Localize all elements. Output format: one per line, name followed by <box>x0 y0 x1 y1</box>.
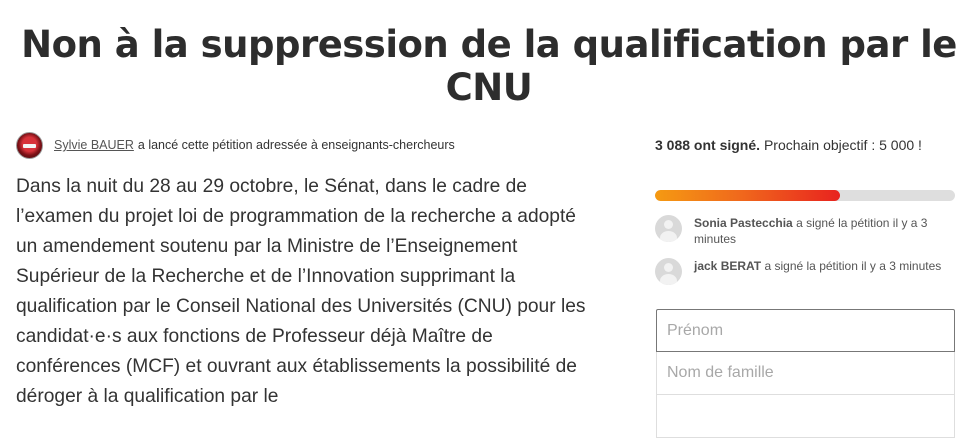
signature-goal: 3 088 ont signé. Prochain objectif : 5 0… <box>655 133 955 157</box>
user-avatar-icon[interactable] <box>16 131 43 159</box>
default-avatar-icon <box>655 258 682 285</box>
signer-action: a signé la pétition il y a 3 minutes <box>764 259 942 273</box>
next-goal-text: Prochain objectif : 5 000 ! <box>763 137 922 153</box>
first-name-input[interactable] <box>656 309 955 352</box>
default-avatar-icon <box>655 215 682 242</box>
recent-signer: jack BERAT a signé la pétition il y a 3 … <box>655 258 960 285</box>
page-title: Non à la suppression de la qualification… <box>21 23 957 109</box>
signed-count: 3 088 ont signé. <box>655 137 761 153</box>
petition-starter: Sylvie BAUER a lancé cette pétition adre… <box>16 130 455 160</box>
recent-signer-text: jack BERAT a signé la pétition il y a 3 … <box>694 258 941 274</box>
signer-name: Sonia Pastecchia <box>694 216 793 230</box>
petition-body-text: Dans la nuit du 28 au 29 octobre, le Sén… <box>16 176 586 407</box>
starter-name-link[interactable]: Sylvie BAUER <box>54 138 134 152</box>
recent-signer-text: Sonia Pastecchia a signé la pétition il … <box>694 215 960 247</box>
last-name-input[interactable] <box>656 352 955 395</box>
email-input[interactable] <box>656 395 955 438</box>
signature-progress-fill <box>655 190 841 201</box>
signature-progress-bar <box>655 190 955 201</box>
recent-signer: Sonia Pastecchia a signé la pétition il … <box>655 215 960 247</box>
starter-action-text: a lancé cette pétition adressée à enseig… <box>137 138 455 152</box>
signer-name: jack BERAT <box>694 259 762 273</box>
